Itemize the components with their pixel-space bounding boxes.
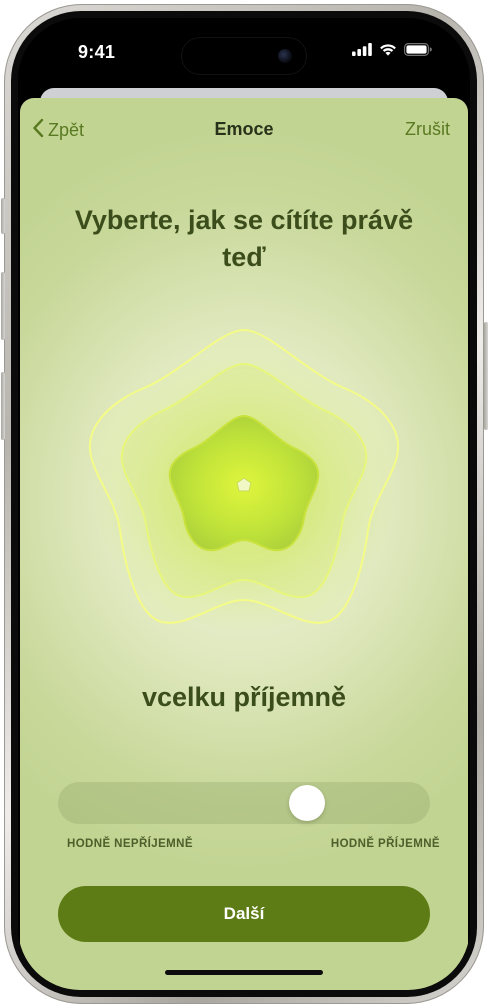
front-camera-icon (278, 49, 292, 63)
action-button (1, 198, 5, 234)
status-bar: 9:41 (18, 18, 470, 88)
slider-thumb[interactable] (288, 785, 325, 821)
screen: 9:41 Zpět Emoce Zrušit Vyberte, jak se c… (18, 18, 470, 990)
emotion-visual (80, 324, 408, 636)
selected-mood-label: vcelku příjemně (141, 682, 347, 712)
dynamic-island (182, 38, 306, 74)
flower-shape-icon (88, 328, 400, 629)
mood-slider[interactable] (58, 782, 430, 824)
power-button (484, 322, 488, 430)
wifi-icon (379, 43, 397, 61)
page-title: Emoce (214, 119, 274, 139)
status-icons (352, 43, 432, 61)
next-button[interactable]: Další (58, 886, 430, 942)
battery-icon (404, 43, 432, 61)
volume-up-button (1, 272, 5, 340)
next-button-label: Další (223, 904, 265, 923)
cancel-button[interactable]: Zrušit (405, 119, 450, 140)
cellular-signal-icon (352, 43, 372, 61)
home-indicator (165, 970, 323, 975)
prompt-heading: Vyberte, jak se cítíte právě teď (74, 205, 414, 272)
emotion-sheet: Zpět Emoce Zrušit Vyberte, jak se cítíte… (20, 98, 468, 990)
slider-max-label: HODNĚ PŘÍJEMNĚ (330, 838, 440, 850)
volume-down-button (1, 372, 5, 440)
slider-min-label: HODNĚ NEPŘÍJEMNĚ (67, 838, 193, 850)
status-time: 9:41 (78, 42, 116, 62)
